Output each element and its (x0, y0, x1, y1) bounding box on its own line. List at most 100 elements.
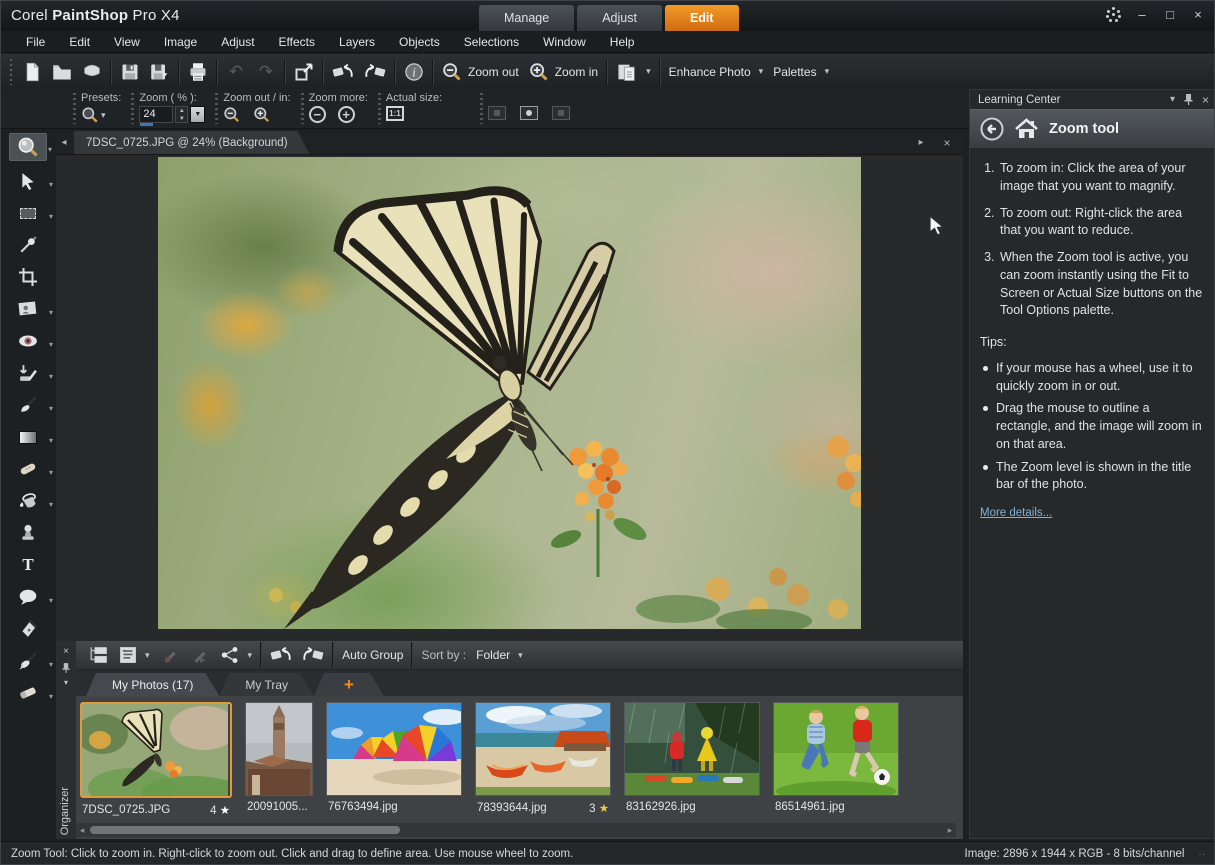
scrollbar-thumb[interactable] (90, 826, 400, 834)
thumbnail-20091005[interactable]: 20091005... (245, 702, 313, 813)
flood-fill-tool[interactable]: ▾ (9, 487, 47, 515)
thumbnail-76763494[interactable]: 76763494.jpg (326, 702, 462, 813)
picture-tube-tool[interactable]: ▾ (9, 583, 47, 611)
save-as-button[interactable] (145, 57, 175, 87)
auto-group-button[interactable]: Auto Group (337, 640, 408, 670)
presets-dropdown[interactable]: ▾ (81, 106, 106, 124)
menu-view[interactable]: View (103, 32, 151, 52)
sort-by-dropdown[interactable]: Folder▾ (471, 640, 528, 670)
zoom-more-in-button[interactable]: + (338, 106, 355, 123)
zoom-tool[interactable]: ▾ (9, 133, 47, 161)
clone-stamp-tool[interactable] (9, 519, 47, 547)
tab-my-photos[interactable]: My Photos (17) (86, 673, 219, 696)
palettes-button[interactable]: Palettes▾ (768, 57, 834, 87)
new-image-button[interactable] (17, 57, 47, 87)
fit-window-button[interactable] (488, 106, 506, 120)
edit-photo-button[interactable] (155, 640, 185, 670)
document-close-button[interactable]: × (939, 136, 955, 150)
zoom-percent-input[interactable]: 24 (139, 106, 173, 123)
minimize-button[interactable]: – (1134, 6, 1150, 24)
tab-manage[interactable]: Manage (479, 5, 574, 31)
menu-edit[interactable]: Edit (58, 32, 101, 52)
home-button[interactable] (1014, 118, 1039, 140)
pen-tool[interactable] (9, 615, 47, 643)
rotate-left-button[interactable] (327, 57, 359, 87)
share-button[interactable]: ▾ (215, 640, 258, 670)
add-tray-tab[interactable]: + (314, 673, 384, 696)
tab-scroll-right-button[interactable]: ▸ (913, 137, 929, 148)
zoom-in-button[interactable]: Zoom in (524, 57, 603, 87)
zoom-spinner[interactable]: ▲▼ (175, 106, 188, 123)
organizer-close-icon[interactable]: × (56, 646, 76, 657)
tab-scroll-left-button[interactable]: ◂ (56, 131, 72, 154)
menu-image[interactable]: Image (153, 32, 208, 52)
makeover-tool[interactable]: ▾ (9, 359, 47, 387)
scroll-right-arrow[interactable]: ▸ (944, 825, 956, 836)
more-details-link[interactable]: More details... (980, 505, 1052, 521)
open-button[interactable] (47, 57, 77, 87)
enhance-photo-button[interactable]: Enhance Photo▾ (664, 57, 769, 87)
scroll-left-arrow[interactable]: ◂ (76, 825, 88, 836)
save-button[interactable] (115, 57, 145, 87)
navigation-panel-button[interactable] (84, 640, 114, 670)
close-button[interactable]: × (1190, 6, 1206, 24)
maximize-button[interactable]: □ (1162, 6, 1178, 24)
print-button[interactable] (183, 57, 213, 87)
dropper-tool[interactable] (9, 231, 47, 259)
center-image-button[interactable] (520, 106, 538, 120)
resize-grip[interactable]: ∙∙ (1198, 849, 1206, 860)
menu-adjust[interactable]: Adjust (210, 32, 265, 52)
zoom-more-out-button[interactable]: − (309, 106, 326, 123)
blemish-fixer-tool[interactable]: ▾ (9, 455, 47, 483)
redo-button[interactable]: ↷ (251, 57, 281, 87)
actual-size-button[interactable]: 1:1 (386, 106, 404, 121)
selection-tool[interactable]: ▾ (9, 199, 47, 227)
menu-effects[interactable]: Effects (268, 32, 326, 52)
straighten-tool[interactable]: ▾ (9, 295, 47, 323)
resize-button[interactable] (289, 57, 319, 87)
scan-button[interactable] (77, 57, 107, 87)
organizer-collapse-icon[interactable]: ▾ (56, 678, 76, 687)
tab-my-tray[interactable]: My Tray (219, 673, 314, 696)
text-tool[interactable]: T (9, 551, 47, 579)
smudge-tool[interactable]: ▾ (9, 647, 47, 675)
paint-brush-tool[interactable]: ▾ (9, 391, 47, 419)
zoom-out-button[interactable]: Zoom out (437, 57, 524, 87)
gradient-fill-swatch[interactable]: ▾ (9, 423, 47, 451)
panel-close-icon[interactable]: × (1202, 93, 1209, 107)
tab-adjust[interactable]: Adjust (577, 5, 662, 31)
photo-butterfly-image[interactable] (158, 157, 861, 629)
menu-window[interactable]: Window (532, 32, 597, 52)
undo-button[interactable]: ↶ (221, 57, 251, 87)
pick-tool[interactable]: ▾ (9, 167, 47, 195)
org-rotate-right-button[interactable] (297, 640, 329, 670)
crop-tool[interactable] (9, 263, 47, 291)
red-eye-tool[interactable]: ▾ (9, 327, 47, 355)
thumbnail-83162926[interactable]: 83162926.jpg (624, 702, 760, 813)
document-tab[interactable]: 7DSC_0725.JPG @ 24% (Background) (74, 131, 310, 154)
eraser-tool[interactable]: ▾ (9, 679, 47, 707)
menu-file[interactable]: File (15, 32, 56, 52)
menu-objects[interactable]: Objects (388, 32, 451, 52)
organizer-menu-button[interactable]: ▾ (114, 640, 155, 670)
duplicate-dropdown-button[interactable]: ▾ (611, 57, 656, 87)
menu-layers[interactable]: Layers (328, 32, 386, 52)
thumbnail-86514961[interactable]: 86514961.jpg (773, 702, 899, 813)
org-rotate-left-button[interactable] (265, 640, 297, 670)
menu-selections[interactable]: Selections (453, 32, 530, 52)
back-button[interactable] (980, 117, 1004, 141)
thumbnail-78393644[interactable]: 78393644.jpg 3 ★ (475, 702, 611, 815)
toolbar-grip[interactable] (8, 59, 14, 85)
zoom-in-small-button[interactable] (253, 106, 271, 124)
organizer-scrollbar[interactable]: ◂ ▸ (76, 823, 956, 837)
menu-help[interactable]: Help (599, 32, 646, 52)
image-info-button[interactable]: i (399, 57, 429, 87)
apply-edits-button[interactable] (185, 640, 215, 670)
tab-edit[interactable]: Edit (665, 5, 739, 31)
zoom-out-small-button[interactable] (223, 106, 241, 124)
corel-guide-icon[interactable] (1106, 7, 1122, 23)
organizer-pin-icon[interactable] (62, 663, 70, 673)
panel-menu-dropdown-icon[interactable]: ▾ (1170, 94, 1175, 105)
pin-icon[interactable] (1184, 94, 1193, 105)
thumbnail-7dsc-0725[interactable]: 7DSC_0725.JPG 4 ★ (80, 702, 232, 817)
